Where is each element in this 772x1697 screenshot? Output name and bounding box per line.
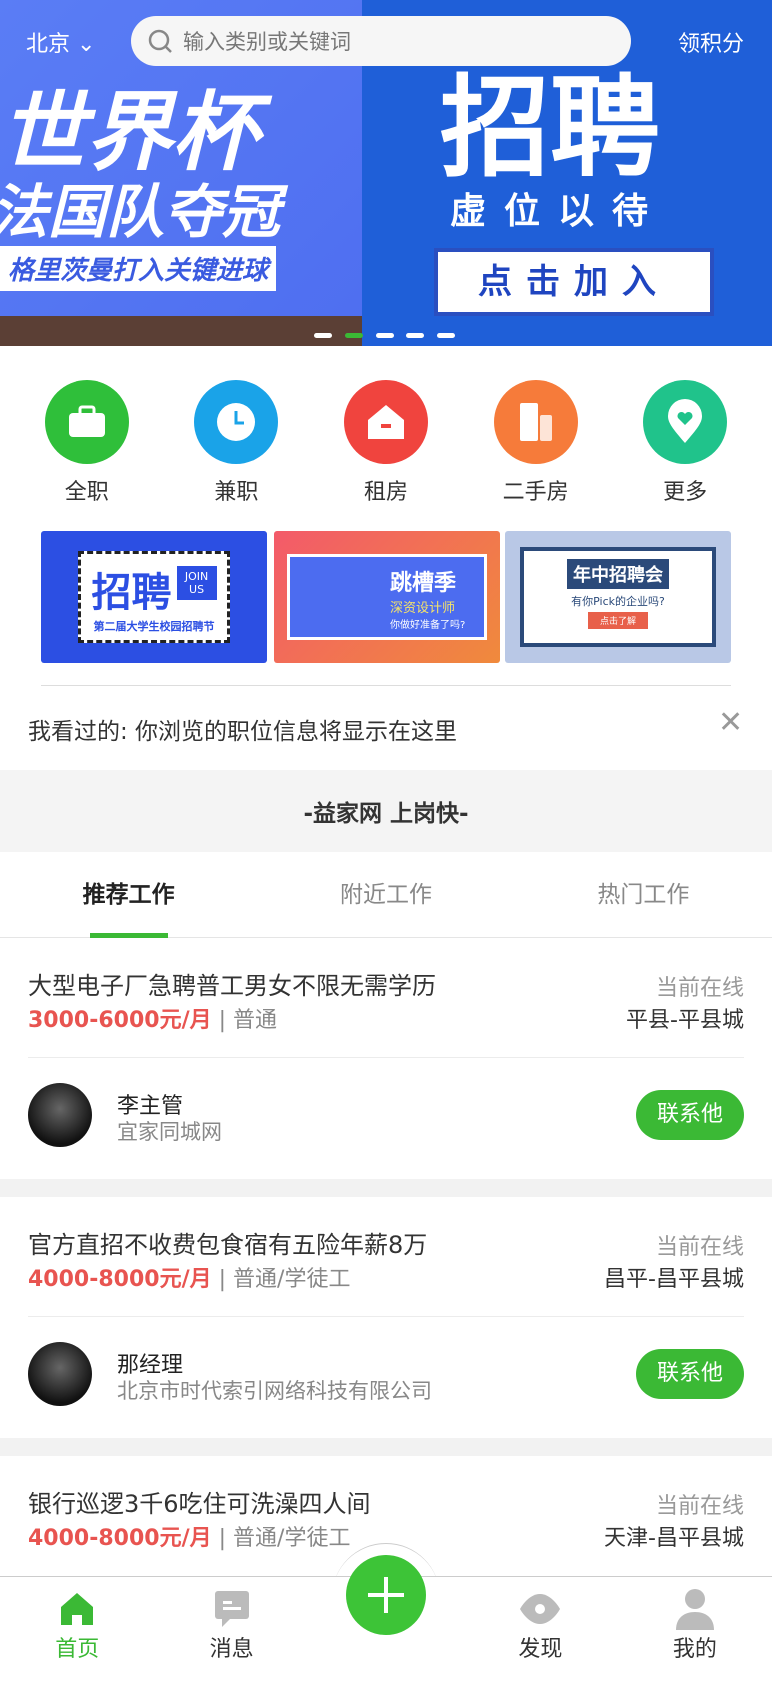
promo-sub2: 你做好准备了吗? bbox=[390, 620, 466, 631]
job-salary-row: 4000-8000元/月 | 普通/学徒工 bbox=[28, 1520, 350, 1552]
company-name: 宜家同城网 bbox=[117, 1120, 222, 1144]
promo-title: 年中招聘会 bbox=[567, 559, 669, 589]
city-label: 北京 bbox=[26, 32, 71, 57]
job-location: 平县-平县城 bbox=[626, 1008, 744, 1033]
nav-mine[interactable]: 我的 bbox=[618, 1577, 772, 1670]
category-rent[interactable]: 租房 bbox=[326, 380, 446, 506]
contact-button[interactable]: 联系他 bbox=[636, 1349, 744, 1399]
category-label: 全职 bbox=[64, 480, 109, 505]
tab-recommended[interactable]: 推荐工作 bbox=[0, 852, 257, 938]
category-parttime[interactable]: 兼职 bbox=[176, 380, 296, 506]
promo-midyear-fair[interactable]: 年中招聘会 有你Pick的企业吗? 点击了解 bbox=[505, 531, 731, 663]
card-separator bbox=[0, 1438, 772, 1456]
category-grid: 全职 兼职 租房 二手房 更多 bbox=[0, 380, 772, 506]
job-card[interactable]: 官方直招不收费包食宿有五险年薪8万 4000-8000元/月 | 普通/学徒工 … bbox=[0, 1197, 772, 1438]
promo-badge: JOIN US bbox=[176, 566, 217, 600]
user-icon bbox=[618, 1587, 772, 1631]
message-icon bbox=[154, 1587, 308, 1631]
company-name: 北京市时代索引网络科技有限公司 bbox=[117, 1379, 432, 1403]
banner-floor bbox=[0, 316, 362, 346]
category-label: 二手房 bbox=[502, 480, 569, 505]
carousel-dot[interactable] bbox=[314, 333, 332, 338]
promo-job-hopping[interactable]: 跳槽季 深资设计师 你做好准备了吗? bbox=[274, 531, 500, 663]
job-salary: 4000-8000元/月 bbox=[28, 1526, 212, 1551]
briefcase-icon bbox=[44, 380, 129, 464]
nav-label: 消息 bbox=[209, 1637, 254, 1662]
job-salary: 4000-8000元/月 bbox=[28, 1267, 212, 1292]
plus-icon bbox=[368, 1577, 404, 1613]
avatar bbox=[28, 1083, 92, 1147]
carousel-dot-active[interactable] bbox=[345, 333, 363, 338]
job-location: 昌平-昌平县城 bbox=[604, 1267, 744, 1292]
job-type: | 普通 bbox=[218, 1008, 278, 1033]
online-status: 当前在线 bbox=[655, 976, 744, 1001]
house-icon bbox=[343, 380, 428, 464]
search-placeholder: 输入类别或关键词 bbox=[183, 30, 351, 54]
banner-left-caption: 格里茨曼打入关键进球 bbox=[0, 246, 277, 291]
search-input[interactable]: 输入类别或关键词 bbox=[131, 16, 631, 66]
job-title[interactable]: 银行巡逻3千6吃住可洗澡四人间 bbox=[28, 1484, 371, 1519]
promo-sub: 有你Pick的企业吗? bbox=[571, 595, 665, 608]
category-label: 兼职 bbox=[214, 480, 259, 505]
banner-join-button[interactable]: 点击加入 bbox=[434, 248, 714, 316]
tab-hot[interactable]: 热门工作 bbox=[515, 852, 772, 937]
category-label: 更多 bbox=[663, 480, 708, 505]
banner-right-sub: 虚位以待 bbox=[450, 191, 667, 232]
chevron-down-icon: ⌄ bbox=[70, 32, 96, 57]
promo-button: 点击了解 bbox=[587, 612, 648, 629]
category-label: 租房 bbox=[363, 480, 408, 505]
job-type: | 普通/学徒工 bbox=[218, 1526, 351, 1551]
job-title[interactable]: 大型电子厂急聘普工男女不限无需学历 bbox=[28, 966, 436, 1001]
job-salary: 3000-6000元/月 bbox=[28, 1008, 212, 1033]
online-status: 当前在线 bbox=[655, 1235, 744, 1260]
online-status: 当前在线 bbox=[655, 1494, 744, 1519]
job-location: 天津-昌平县城 bbox=[604, 1526, 744, 1551]
category-fulltime[interactable]: 全职 bbox=[27, 380, 147, 506]
job-salary-row: 4000-8000元/月 | 普通/学徒工 bbox=[28, 1261, 350, 1293]
close-icon[interactable]: ✕ bbox=[718, 708, 743, 738]
nav-label: 发现 bbox=[518, 1637, 563, 1662]
card-separator bbox=[0, 1179, 772, 1197]
category-secondhand-house[interactable]: 二手房 bbox=[476, 380, 596, 506]
promo-campus-recruit[interactable]: 招聘 JOIN US 第二届大学生校园招聘节 bbox=[41, 531, 267, 663]
building-icon bbox=[493, 380, 578, 464]
tab-nearby[interactable]: 附近工作 bbox=[257, 852, 514, 937]
carousel-dot[interactable] bbox=[437, 333, 455, 338]
points-link[interactable]: 领积分 bbox=[678, 26, 744, 58]
category-more[interactable]: 更多 bbox=[625, 380, 745, 506]
job-card[interactable]: 大型电子厂急聘普工男女不限无需学历 3000-6000元/月 | 普通 当前在线… bbox=[0, 938, 772, 1179]
promo-sub: 深资设计师 bbox=[390, 601, 456, 616]
nav-home[interactable]: 首页 bbox=[0, 1577, 154, 1670]
nav-messages[interactable]: 消息 bbox=[154, 1577, 308, 1670]
avatar bbox=[28, 1342, 92, 1406]
city-selector[interactable]: 北京 ⌄ bbox=[26, 26, 95, 58]
promo-sub: 第二届大学生校园招聘节 bbox=[93, 620, 215, 633]
banner-carousel[interactable]: 世界杯 法国队夺冠 格里茨曼打入关键进球 招聘 虚位以待 点击加入 北京 ⌄ 输… bbox=[0, 0, 772, 346]
banner-left-sub: 法国队夺冠 bbox=[0, 178, 281, 246]
job-type: | 普通/学徒工 bbox=[218, 1267, 351, 1292]
divider bbox=[28, 1316, 744, 1317]
nav-label: 我的 bbox=[672, 1637, 717, 1662]
clock-icon bbox=[194, 380, 279, 464]
carousel-dot[interactable] bbox=[406, 333, 424, 338]
promo-title: 跳槽季 bbox=[390, 571, 457, 596]
nav-discover[interactable]: 发现 bbox=[463, 1577, 617, 1670]
history-text: 我看过的: 你浏览的职位信息将显示在这里 bbox=[28, 719, 458, 745]
promo-title: 招聘 bbox=[91, 570, 172, 616]
search-icon bbox=[148, 29, 172, 53]
heart-pin-icon bbox=[643, 380, 728, 464]
contact-button[interactable]: 联系他 bbox=[636, 1090, 744, 1140]
home-icon bbox=[0, 1587, 154, 1631]
divider bbox=[41, 685, 731, 686]
nav-label: 首页 bbox=[55, 1637, 100, 1662]
job-title[interactable]: 官方直招不收费包食宿有五险年薪8万 bbox=[28, 1225, 427, 1260]
eye-icon bbox=[463, 1587, 617, 1631]
section-title: -益家网 上岗快- bbox=[0, 770, 772, 852]
job-salary-row: 3000-6000元/月 | 普通 bbox=[28, 1002, 277, 1034]
carousel-dot[interactable] bbox=[376, 333, 394, 338]
divider bbox=[28, 1057, 744, 1058]
job-tabs: 推荐工作 附近工作 热门工作 bbox=[0, 852, 772, 938]
post-button[interactable] bbox=[346, 1555, 426, 1635]
